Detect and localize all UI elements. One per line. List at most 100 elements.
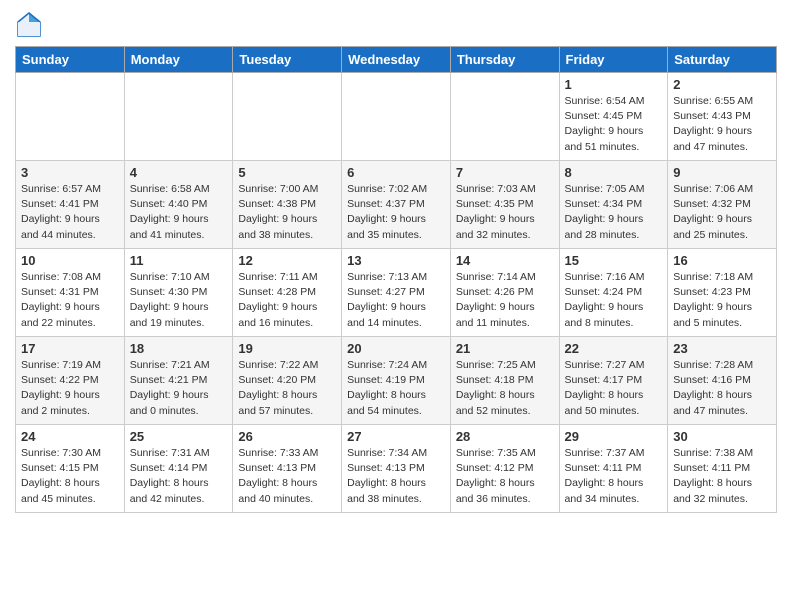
header-cell-monday: Monday [124, 47, 233, 73]
day-number: 11 [130, 253, 228, 268]
day-cell: 23 Sunrise: 7:28 AM Sunset: 4:16 PM Dayli… [668, 337, 777, 425]
day-cell: 9 Sunrise: 7:06 AM Sunset: 4:32 PM Daylig… [668, 161, 777, 249]
day-number: 21 [456, 341, 554, 356]
day-cell: 16 Sunrise: 7:18 AM Sunset: 4:23 PM Dayli… [668, 249, 777, 337]
day-cell: 5Sunrise: 7:00 AM Sunset: 4:38 PM Daylig… [233, 161, 342, 249]
header-cell-saturday: Saturday [668, 47, 777, 73]
day-number: 4 [130, 165, 228, 180]
day-cell: 4Sunrise: 6:58 AM Sunset: 4:40 PM Daylig… [124, 161, 233, 249]
header-cell-friday: Friday [559, 47, 668, 73]
day-cell: 6Sunrise: 7:02 AM Sunset: 4:37 PM Daylig… [342, 161, 451, 249]
day-cell: 25Sunrise: 7:31 AM Sunset: 4:14 PM Dayli… [124, 425, 233, 513]
calendar-body: 1 Sunrise: 6:54 AM Sunset: 4:45 PM Daylig… [16, 73, 777, 513]
week-row-0: 1 Sunrise: 6:54 AM Sunset: 4:45 PM Daylig… [16, 73, 777, 161]
day-cell [450, 73, 559, 161]
day-info: Sunrise: 7:33 AM Sunset: 4:13 PM Dayligh… [238, 446, 336, 507]
day-info: Sunrise: 7:16 AM Sunset: 4:24 PM Dayligh… [565, 270, 663, 331]
week-row-4: 24 Sunrise: 7:30 AM Sunset: 4:15 PM Dayli… [16, 425, 777, 513]
day-info: Sunrise: 7:05 AM Sunset: 4:34 PM Dayligh… [565, 182, 663, 243]
day-cell [342, 73, 451, 161]
day-cell: 22 Sunrise: 7:27 AM Sunset: 4:17 PM Dayli… [559, 337, 668, 425]
day-number: 23 [673, 341, 771, 356]
day-cell: 8 Sunrise: 7:05 AM Sunset: 4:34 PM Daylig… [559, 161, 668, 249]
day-cell: 26 Sunrise: 7:33 AM Sunset: 4:13 PM Dayli… [233, 425, 342, 513]
day-info: Sunrise: 7:11 AM Sunset: 4:28 PM Dayligh… [238, 270, 336, 331]
day-info: Sunrise: 7:19 AM Sunset: 4:22 PM Dayligh… [21, 358, 119, 419]
day-cell: 7 Sunrise: 7:03 AM Sunset: 4:35 PM Daylig… [450, 161, 559, 249]
day-cell: 29Sunrise: 7:37 AM Sunset: 4:11 PM Dayli… [559, 425, 668, 513]
day-number: 28 [456, 429, 554, 444]
calendar-table: SundayMondayTuesdayWednesdayThursdayFrid… [15, 46, 777, 513]
day-info: Sunrise: 6:57 AM Sunset: 4:41 PM Dayligh… [21, 182, 119, 243]
day-number: 6 [347, 165, 445, 180]
day-cell: 18 Sunrise: 7:21 AM Sunset: 4:21 PM Dayli… [124, 337, 233, 425]
day-number: 13 [347, 253, 445, 268]
day-info: Sunrise: 7:06 AM Sunset: 4:32 PM Dayligh… [673, 182, 771, 243]
day-number: 9 [673, 165, 771, 180]
day-number: 22 [565, 341, 663, 356]
day-cell: 15 Sunrise: 7:16 AM Sunset: 4:24 PM Dayli… [559, 249, 668, 337]
day-cell: 2Sunrise: 6:55 AM Sunset: 4:43 PM Daylig… [668, 73, 777, 161]
day-cell: 10 Sunrise: 7:08 AM Sunset: 4:31 PM Dayli… [16, 249, 125, 337]
day-info: Sunrise: 7:27 AM Sunset: 4:17 PM Dayligh… [565, 358, 663, 419]
day-cell: 20 Sunrise: 7:24 AM Sunset: 4:19 PM Dayli… [342, 337, 451, 425]
day-info: Sunrise: 7:10 AM Sunset: 4:30 PM Dayligh… [130, 270, 228, 331]
day-number: 5 [238, 165, 336, 180]
day-cell: 17Sunrise: 7:19 AM Sunset: 4:22 PM Dayli… [16, 337, 125, 425]
day-info: Sunrise: 7:22 AM Sunset: 4:20 PM Dayligh… [238, 358, 336, 419]
day-cell: 14 Sunrise: 7:14 AM Sunset: 4:26 PM Dayli… [450, 249, 559, 337]
day-cell: 21 Sunrise: 7:25 AM Sunset: 4:18 PM Dayli… [450, 337, 559, 425]
day-number: 7 [456, 165, 554, 180]
day-number: 26 [238, 429, 336, 444]
day-number: 30 [673, 429, 771, 444]
day-number: 15 [565, 253, 663, 268]
day-info: Sunrise: 6:54 AM Sunset: 4:45 PM Dayligh… [565, 94, 663, 155]
day-cell: 19 Sunrise: 7:22 AM Sunset: 4:20 PM Dayli… [233, 337, 342, 425]
day-cell: 13 Sunrise: 7:13 AM Sunset: 4:27 PM Dayli… [342, 249, 451, 337]
logo [15, 10, 45, 38]
day-cell: 24 Sunrise: 7:30 AM Sunset: 4:15 PM Dayli… [16, 425, 125, 513]
day-number: 29 [565, 429, 663, 444]
day-number: 19 [238, 341, 336, 356]
day-info: Sunrise: 7:18 AM Sunset: 4:23 PM Dayligh… [673, 270, 771, 331]
day-info: Sunrise: 7:08 AM Sunset: 4:31 PM Dayligh… [21, 270, 119, 331]
day-cell: 28 Sunrise: 7:35 AM Sunset: 4:12 PM Dayli… [450, 425, 559, 513]
day-number: 10 [21, 253, 119, 268]
day-number: 16 [673, 253, 771, 268]
day-number: 24 [21, 429, 119, 444]
day-cell [16, 73, 125, 161]
day-info: Sunrise: 7:24 AM Sunset: 4:19 PM Dayligh… [347, 358, 445, 419]
calendar-header: SundayMondayTuesdayWednesdayThursdayFrid… [16, 47, 777, 73]
day-number: 8 [565, 165, 663, 180]
day-number: 12 [238, 253, 336, 268]
day-info: Sunrise: 7:30 AM Sunset: 4:15 PM Dayligh… [21, 446, 119, 507]
day-number: 14 [456, 253, 554, 268]
week-row-2: 10 Sunrise: 7:08 AM Sunset: 4:31 PM Dayli… [16, 249, 777, 337]
day-number: 25 [130, 429, 228, 444]
day-number: 18 [130, 341, 228, 356]
day-cell: 30Sunrise: 7:38 AM Sunset: 4:11 PM Dayli… [668, 425, 777, 513]
logo-icon [15, 10, 43, 38]
day-number: 1 [565, 77, 663, 92]
day-info: Sunrise: 7:35 AM Sunset: 4:12 PM Dayligh… [456, 446, 554, 507]
day-cell [124, 73, 233, 161]
day-info: Sunrise: 7:34 AM Sunset: 4:13 PM Dayligh… [347, 446, 445, 507]
day-number: 27 [347, 429, 445, 444]
day-number: 20 [347, 341, 445, 356]
header-cell-thursday: Thursday [450, 47, 559, 73]
page-container: SundayMondayTuesdayWednesdayThursdayFrid… [0, 0, 792, 523]
day-number: 2 [673, 77, 771, 92]
day-info: Sunrise: 7:21 AM Sunset: 4:21 PM Dayligh… [130, 358, 228, 419]
day-info: Sunrise: 7:13 AM Sunset: 4:27 PM Dayligh… [347, 270, 445, 331]
day-info: Sunrise: 7:03 AM Sunset: 4:35 PM Dayligh… [456, 182, 554, 243]
week-row-1: 3 Sunrise: 6:57 AM Sunset: 4:41 PM Daylig… [16, 161, 777, 249]
page-header [15, 10, 777, 38]
day-info: Sunrise: 7:14 AM Sunset: 4:26 PM Dayligh… [456, 270, 554, 331]
day-cell: 3 Sunrise: 6:57 AM Sunset: 4:41 PM Daylig… [16, 161, 125, 249]
day-cell [233, 73, 342, 161]
day-cell: 27 Sunrise: 7:34 AM Sunset: 4:13 PM Dayli… [342, 425, 451, 513]
header-cell-sunday: Sunday [16, 47, 125, 73]
day-info: Sunrise: 7:25 AM Sunset: 4:18 PM Dayligh… [456, 358, 554, 419]
day-info: Sunrise: 7:28 AM Sunset: 4:16 PM Dayligh… [673, 358, 771, 419]
day-number: 3 [21, 165, 119, 180]
